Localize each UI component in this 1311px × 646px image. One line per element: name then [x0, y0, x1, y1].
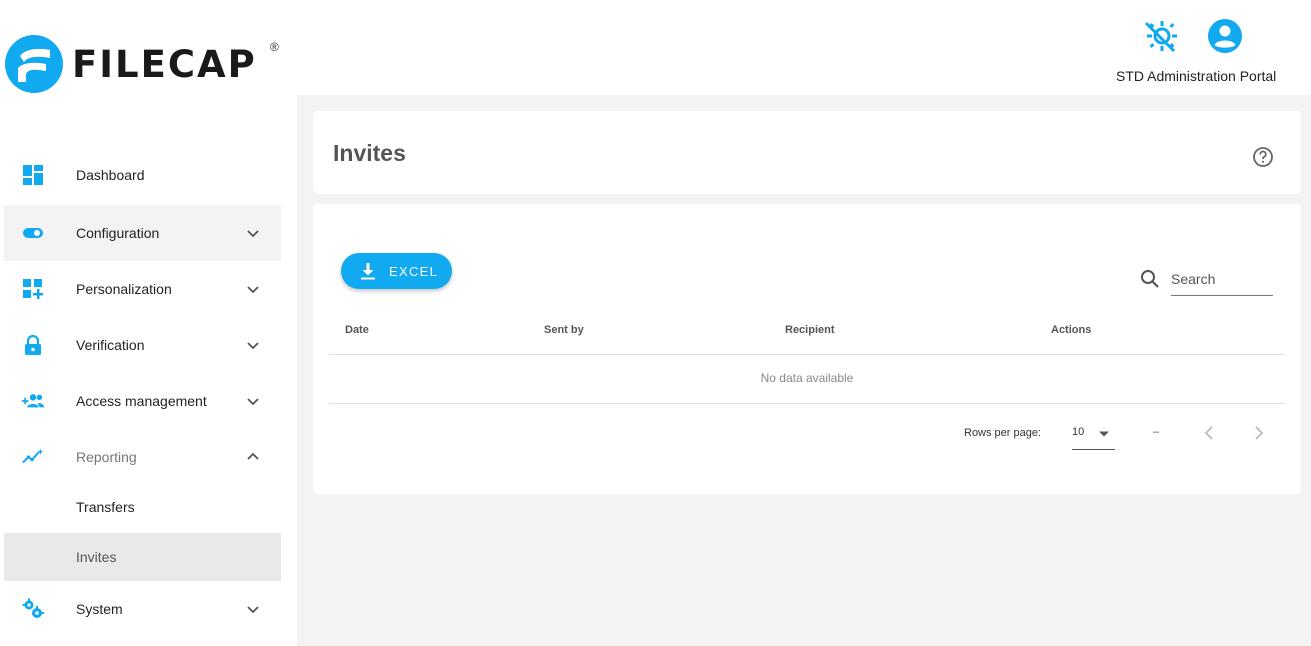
widgets-add-icon [23, 279, 43, 299]
invites-table-card: EXCEL Date Sent by Recipient Actions No … [313, 204, 1301, 494]
download-icon [361, 263, 375, 280]
sidebar-item-label: Reporting [76, 449, 137, 465]
sidebar-item-configuration[interactable]: Configuration [4, 205, 281, 261]
caret-down-icon [1099, 431, 1109, 437]
dashboard-icon [23, 165, 43, 185]
column-header-recipient[interactable]: Recipient [785, 324, 835, 336]
group-add-icon [22, 394, 44, 408]
rows-per-page-select[interactable]: 10 [1072, 422, 1115, 450]
logo-text: FILECAP [72, 42, 257, 86]
settings-gears-icon [22, 598, 44, 618]
sidebar-item-verification[interactable]: Verification [4, 317, 281, 373]
table-header-divider [329, 354, 1285, 355]
sidebar-item-label: Access management [76, 393, 207, 409]
page-range-text: – [1153, 426, 1160, 438]
table-footer-divider [329, 403, 1285, 404]
search-icon [1141, 270, 1159, 288]
search-input[interactable] [1171, 266, 1273, 296]
sidebar-item-system[interactable]: System [4, 581, 281, 637]
analytics-icon [22, 448, 44, 464]
sidebar-subitem-label: Transfers [76, 499, 135, 515]
sidebar-item-label: Dashboard [76, 167, 145, 183]
excel-button-label: EXCEL [389, 263, 439, 279]
column-header-date[interactable]: Date [345, 324, 369, 336]
chevron-up-icon [247, 452, 259, 460]
column-header-sent-by[interactable]: Sent by [544, 324, 584, 336]
page-title: Invites [333, 140, 406, 166]
sidebar-subitem-label: Invites [76, 549, 117, 565]
sidebar-item-reporting[interactable]: Reporting [4, 429, 281, 485]
rows-per-page-value: 10 [1072, 426, 1085, 438]
page-title-card: Invites [313, 111, 1301, 194]
excel-export-button[interactable]: EXCEL [341, 253, 452, 289]
sidebar-item-label: Configuration [76, 225, 160, 241]
sidebar-subitem-transfers[interactable]: Transfers [4, 483, 281, 531]
chevron-down-icon [247, 286, 259, 294]
column-header-actions: Actions [1051, 324, 1092, 336]
help-icon[interactable] [1251, 145, 1275, 169]
chevron-left-icon[interactable] [1201, 424, 1217, 442]
toggle-icon [23, 228, 43, 238]
chevron-down-icon [247, 398, 259, 406]
sidebar-item-access-management[interactable]: Access management [4, 373, 281, 429]
theme-toggle-icon[interactable] [1142, 17, 1180, 55]
sidebar-item-dashboard[interactable]: Dashboard [4, 147, 281, 203]
sidebar-item-personalization[interactable]: Personalization [4, 261, 281, 317]
sidebar-item-label: Verification [76, 337, 145, 353]
chevron-right-icon[interactable] [1251, 424, 1267, 442]
account-circle-icon[interactable] [1207, 18, 1243, 54]
chevron-down-icon [247, 342, 259, 350]
lock-icon [25, 334, 41, 355]
filecap-logo[interactable]: FILECAP ® [4, 34, 279, 94]
sidebar-item-label: Personalization [76, 281, 172, 297]
chevron-down-icon [247, 230, 259, 238]
registered-mark: ® [270, 40, 279, 54]
rows-per-page-label: Rows per page: [964, 427, 1042, 439]
sidebar-item-label: System [76, 601, 123, 617]
chevron-down-icon [247, 606, 259, 614]
sidebar-subitem-invites[interactable]: Invites [4, 533, 281, 581]
portal-label: STD Administration Portal [1116, 68, 1277, 84]
filecap-logo-icon [5, 35, 63, 93]
empty-table-message: No data available [760, 371, 854, 385]
